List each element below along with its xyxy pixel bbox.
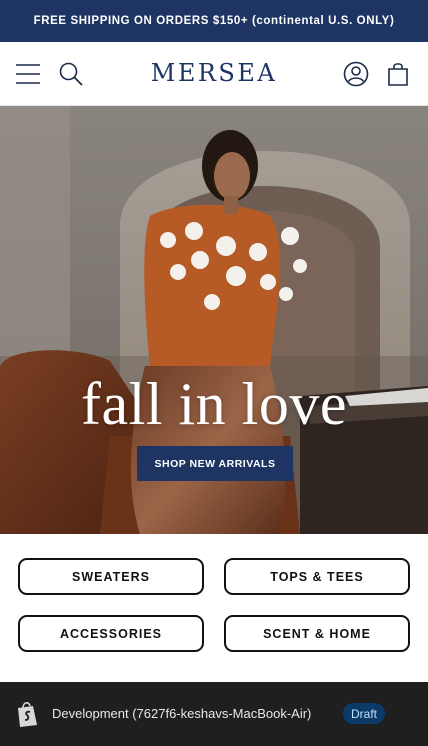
preview-theme-label: Development (7627f6-keshavs-MacBook-Air) [52, 706, 312, 721]
cart-button[interactable] [380, 56, 416, 92]
draft-badge: Draft [343, 703, 386, 724]
cart-icon [388, 63, 408, 86]
category-tops-tees-button[interactable]: TOPS & TEES [224, 558, 410, 595]
site-header: MERSEA [0, 42, 428, 106]
hero-heading: fall in love [81, 371, 347, 437]
announcement-bar: FREE SHIPPING ON ORDERS $150+ (continent… [0, 0, 428, 42]
announcement-text: FREE SHIPPING ON ORDERS $150+ (continent… [33, 15, 395, 27]
category-scent-home-button[interactable]: SCENT & HOME [224, 615, 410, 652]
preview-bar: Development (7627f6-keshavs-MacBook-Air)… [0, 682, 428, 746]
category-grid: SWEATERS TOPS & TEES ACCESSORIES SCENT &… [0, 534, 428, 682]
shop-new-arrivals-button[interactable]: SHOP NEW ARRIVALS [137, 446, 293, 481]
hero-banner: fall in love SHOP NEW ARRIVALS [0, 106, 428, 534]
account-button[interactable] [338, 56, 374, 92]
account-icon [343, 61, 369, 87]
shopify-bag-icon [18, 702, 37, 727]
category-accessories-button[interactable]: ACCESSORIES [18, 615, 204, 652]
category-sweaters-button[interactable]: SWEATERS [18, 558, 204, 595]
